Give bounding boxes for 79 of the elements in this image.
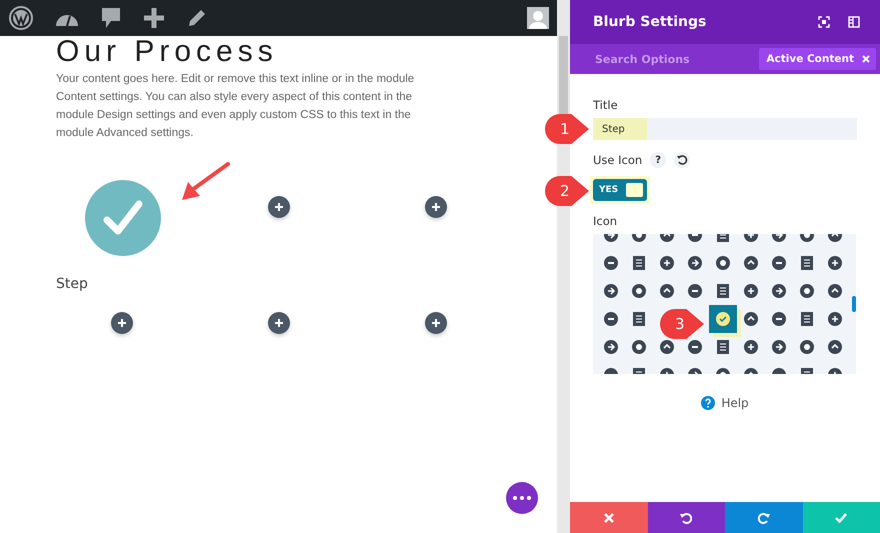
circle-glyph-icon[interactable] [688,284,702,298]
field-label: Title [593,98,619,112]
plus-icon [430,202,440,212]
search-field[interactable]: Search Options Active Content [570,44,880,74]
circle-glyph-icon[interactable] [744,312,758,326]
circle-glyph-icon[interactable] [660,340,674,354]
help-link[interactable]: Help [721,396,749,410]
circle-glyph-icon[interactable] [772,340,786,354]
undo-icon [680,512,692,524]
circle-glyph-icon[interactable] [772,284,786,298]
circle-glyph-icon[interactable] [688,340,702,354]
circle-glyph-icon[interactable] [772,312,786,326]
circle-glyph-icon[interactable] [604,284,618,298]
redo-button[interactable] [725,502,802,533]
reset-icon[interactable] [674,152,690,168]
circle-glyph-icon[interactable] [604,312,618,326]
plus-icon [274,202,284,212]
circle-glyph-icon[interactable] [744,340,758,354]
circle-glyph-icon[interactable] [604,256,618,270]
add-module-button[interactable] [424,196,446,218]
circle-glyph-icon[interactable] [716,256,730,270]
wordpress-logo-icon[interactable] [9,6,33,30]
help-button[interactable]: ? [650,152,666,168]
circle-glyph-icon[interactable] [604,340,618,354]
add-module-button[interactable] [268,312,290,334]
expand-icon[interactable] [818,16,830,28]
blurb-title: Step [56,276,88,292]
close-icon[interactable] [862,55,870,63]
document-icon[interactable] [801,312,813,326]
active-content-filter[interactable]: Active Content [759,48,876,70]
circle-glyph-icon[interactable] [660,284,674,298]
field-label: Icon [593,214,618,228]
sidebar-layout-icon[interactable] [848,16,860,28]
plus-icon [116,318,126,328]
circle-glyph-icon[interactable] [828,340,842,354]
document-icon[interactable] [717,340,729,354]
circle-glyph-icon[interactable] [688,256,702,270]
checkmark-icon[interactable] [716,312,730,326]
field-label: Use Icon [593,153,642,167]
pencil-icon[interactable] [187,8,207,28]
close-icon [604,512,614,522]
document-icon[interactable] [801,256,813,270]
panel-title: Blurb Settings [593,14,708,30]
step-callout: 1 [545,114,589,144]
circle-glyph-icon[interactable] [800,284,814,298]
circle-glyph-icon[interactable] [632,340,646,354]
circle-glyph-icon[interactable] [744,256,758,270]
checkmark-circle-icon [85,180,161,256]
more-icon [513,496,531,500]
speech-bubble-icon[interactable] [101,7,121,29]
circle-glyph-icon[interactable] [772,256,786,270]
circle-glyph-icon[interactable] [828,312,842,326]
document-icon[interactable] [717,284,729,298]
checkmark-icon [835,512,848,522]
page-heading: Our Process [56,36,279,68]
plus-icon[interactable] [143,7,165,29]
yes-toggle[interactable]: YES [593,179,647,201]
add-module-button[interactable] [424,312,446,334]
plus-icon [274,318,284,328]
field-value: Step [593,118,647,140]
circle-glyph-icon[interactable] [828,284,842,298]
circle-glyph-icon[interactable] [828,256,842,270]
more-options-button[interactable] [506,482,538,514]
add-module-button[interactable] [110,312,132,334]
help-icon[interactable] [701,396,716,410]
intro-paragraph: Your content goes here. Edit or remove this text inline or in the module Content settings. You can also style every aspect of this content in the module Design settings and even apply custom CSS to this text in the module Advanced settings. [56,72,416,141]
document-icon[interactable] [633,312,645,326]
circle-glyph-icon[interactable] [632,284,646,298]
plus-icon [430,318,440,328]
circle-glyph-icon[interactable] [660,256,674,270]
document-icon[interactable] [633,256,645,270]
add-module-button[interactable] [268,196,290,218]
undo-button[interactable] [648,502,725,533]
circle-glyph-icon[interactable] [744,284,758,298]
title-input-field[interactable]: Step [593,118,857,140]
step-callout: 2 [545,176,589,206]
scrollbar[interactable] [557,0,570,533]
circle-glyph-icon[interactable] [800,340,814,354]
redo-icon [758,512,770,524]
